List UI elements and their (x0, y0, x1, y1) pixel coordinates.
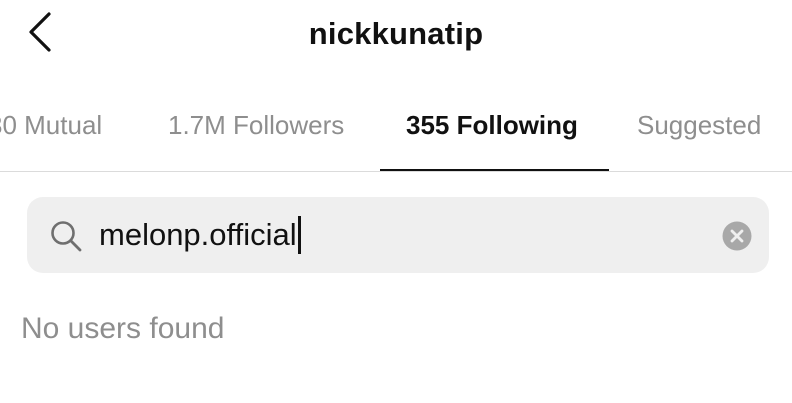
no-results-message: No users found (21, 312, 225, 345)
page-title: nickkunatip (308, 16, 484, 51)
tab-mutual[interactable]: 30 Mutual (0, 110, 102, 141)
tab-bar: 30 Mutual 1.7M Followers 355 Following S… (0, 80, 792, 172)
search-input[interactable]: melonp.official (99, 211, 699, 259)
tab-following[interactable]: 355 Following (406, 110, 578, 141)
text-cursor (297, 216, 301, 254)
search-icon (51, 221, 82, 252)
search-input-value: melonp.official (99, 217, 297, 252)
header: nickkunatip (0, 0, 792, 72)
tab-suggested[interactable]: Suggested (637, 110, 761, 141)
clear-icon[interactable] (722, 221, 752, 251)
active-tab-indicator (380, 169, 609, 171)
search-bar[interactable]: melonp.official (27, 197, 769, 273)
following-screen: nickkunatip 30 Mutual 1.7M Followers 355… (0, 0, 792, 403)
tab-followers[interactable]: 1.7M Followers (168, 110, 344, 141)
